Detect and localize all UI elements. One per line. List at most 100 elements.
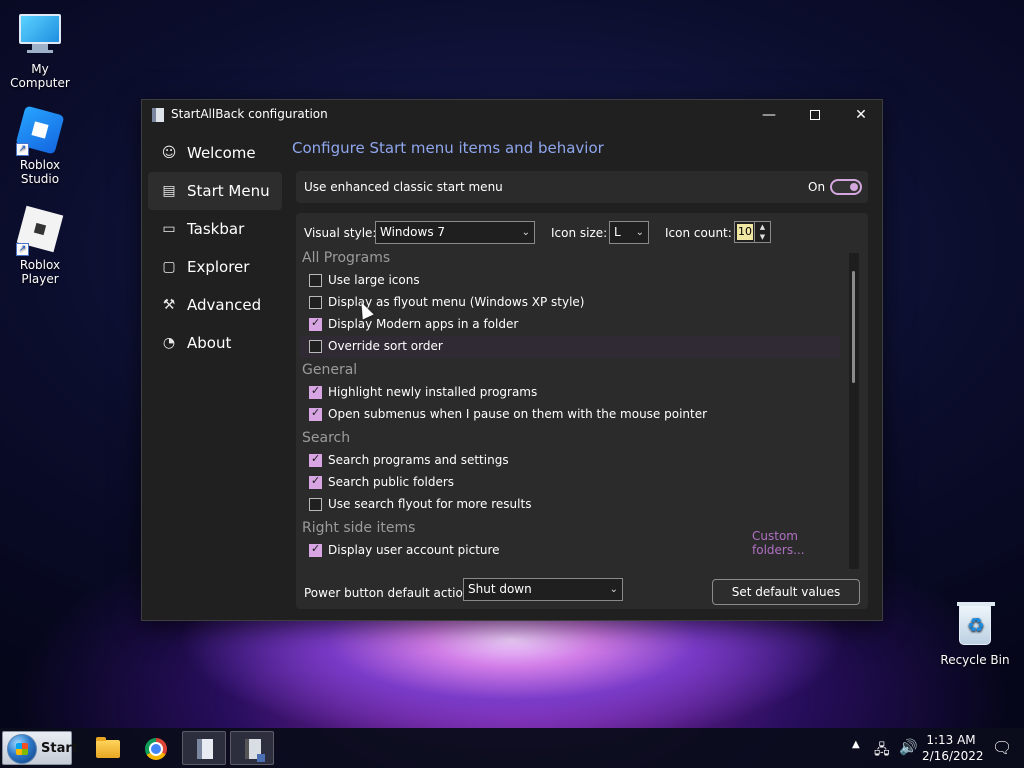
nav-item-label: About xyxy=(187,334,232,352)
checkbox[interactable] xyxy=(309,296,322,309)
checkbox[interactable] xyxy=(309,406,322,421)
visual-style-select[interactable]: Windows 7 ⌄ xyxy=(375,221,535,244)
option-flyout-menu[interactable]: Display as flyout menu (Windows XP style… xyxy=(300,292,840,314)
start-button[interactable]: Start xyxy=(2,731,78,765)
option-search-flyout[interactable]: Use search flyout for more results xyxy=(300,494,840,516)
icon-size-label: Icon size: xyxy=(551,226,608,240)
option-label: Display user account picture xyxy=(328,543,500,557)
bottom-row: Power button default action: Shut down ⌄… xyxy=(296,573,868,609)
nav-item-welcome[interactable]: ☺ Welcome xyxy=(148,134,282,172)
window-title: StartAllBack configuration xyxy=(171,107,328,121)
taskbar-chrome[interactable] xyxy=(134,731,178,765)
option-override-sort[interactable]: Override sort order xyxy=(300,336,840,358)
nav-item-taskbar[interactable]: ▭ Taskbar xyxy=(148,210,282,248)
option-label: Search programs and settings xyxy=(328,453,509,467)
option-search-programs[interactable]: Search programs and settings xyxy=(300,450,840,472)
option-user-picture[interactable]: Display user account picture xyxy=(300,540,840,562)
desktop-icon-label: Recycle Bin xyxy=(940,653,1010,667)
scrollbar[interactable] xyxy=(849,253,859,569)
chevron-down-icon: ⌄ xyxy=(635,227,644,238)
nav-item-label: Welcome xyxy=(187,144,256,162)
option-label: Override sort order xyxy=(328,339,443,353)
checkbox[interactable] xyxy=(309,474,322,489)
toggle-state-label: On xyxy=(808,180,826,194)
nav-item-explorer[interactable]: ▢ Explorer xyxy=(148,248,282,286)
section-title-general: General xyxy=(302,362,358,378)
section-title-all-programs: All Programs xyxy=(302,250,391,266)
taskbar-icon: ▭ xyxy=(162,221,176,237)
volume-icon[interactable]: 🔊 xyxy=(899,738,918,768)
checkbox[interactable] xyxy=(309,498,322,511)
sidebar-nav: ☺ Welcome ▤ Start Menu ▭ Taskbar ▢ Explo… xyxy=(148,134,282,362)
section-title-right-side: Right side items xyxy=(302,520,416,536)
checkbox[interactable] xyxy=(309,452,322,467)
nav-item-label: Start Menu xyxy=(187,182,270,200)
desktop-icon-roblox-player[interactable]: ↗ Roblox Player xyxy=(0,205,80,286)
smile-icon: ☺ xyxy=(161,145,177,161)
minimize-icon: — xyxy=(762,107,776,123)
gauge-icon: ◔ xyxy=(162,335,176,351)
option-label: Display Modern apps in a folder xyxy=(328,317,519,331)
options-list: All Programs Use large icons Display as … xyxy=(300,249,840,569)
close-button[interactable]: ✕ xyxy=(838,100,884,130)
clock-time: 1:13 AM xyxy=(926,733,976,747)
checkbox[interactable] xyxy=(309,542,322,557)
visual-style-value: Windows 7 xyxy=(380,225,446,239)
minimize-button[interactable]: — xyxy=(746,100,792,130)
chevron-down-icon: ⌄ xyxy=(609,584,618,595)
checkbox[interactable] xyxy=(309,316,322,331)
enhanced-menu-toggle[interactable] xyxy=(830,179,862,195)
wrench-icon: ⚒ xyxy=(162,297,176,313)
app-icon xyxy=(152,108,164,122)
folder-icon: ▢ xyxy=(162,259,176,275)
recycle-bin-icon: ♻ xyxy=(953,602,997,649)
icon-count-value[interactable]: 10 xyxy=(737,224,753,240)
checkbox[interactable] xyxy=(309,384,322,399)
option-use-large-icons[interactable]: Use large icons xyxy=(300,270,840,292)
option-label: Search public folders xyxy=(328,475,455,489)
option-label: Highlight newly installed programs xyxy=(328,385,538,399)
spin-arrows-icon[interactable]: ▲ ▼ xyxy=(754,222,770,242)
checkbox[interactable] xyxy=(309,274,322,287)
taskbar-file-explorer[interactable] xyxy=(86,731,130,765)
option-highlight-new[interactable]: Highlight newly installed programs xyxy=(300,382,840,404)
shortcut-arrow-icon: ↗ xyxy=(16,143,29,156)
desktop-icon-recycle-bin[interactable]: ♻ Recycle Bin xyxy=(935,602,1015,667)
power-button-select[interactable]: Shut down ⌄ xyxy=(463,578,623,601)
scrollbar-thumb[interactable] xyxy=(852,271,855,383)
config-app-icon xyxy=(245,739,265,762)
nav-item-advanced[interactable]: ⚒ Advanced xyxy=(148,286,282,324)
desktop-icon-roblox-studio[interactable]: ↗ Roblox Studio xyxy=(0,105,80,186)
start-label: Start xyxy=(41,741,78,756)
icon-size-select[interactable]: L ⌄ xyxy=(609,221,649,244)
chevron-down-icon: ⌄ xyxy=(521,227,530,238)
network-icon[interactable]: 🖧 xyxy=(874,739,890,768)
roblox-player-icon: ↗ xyxy=(16,205,64,256)
taskbar-startallback[interactable] xyxy=(182,731,226,765)
option-search-public[interactable]: Search public folders xyxy=(300,472,840,494)
desktop-icon-label: My Computer xyxy=(10,62,70,90)
title-bar[interactable]: StartAllBack configuration — ✕ xyxy=(142,100,882,130)
desktop-icon-my-computer[interactable]: My Computer xyxy=(0,10,80,90)
settings-panel: Visual style: Windows 7 ⌄ Icon size: L ⌄… xyxy=(296,213,868,609)
shortcut-arrow-icon: ↗ xyxy=(16,243,29,256)
page-heading: Configure Start menu items and behavior xyxy=(292,139,604,157)
checkbox[interactable] xyxy=(309,340,322,353)
computer-icon xyxy=(18,14,62,58)
startallback-window: StartAllBack configuration — ✕ ☺ Welcome… xyxy=(141,99,883,621)
show-hidden-icons-chevron[interactable]: ▲ xyxy=(852,739,860,768)
option-modern-apps-folder[interactable]: Display Modern apps in a folder xyxy=(300,314,840,336)
option-open-submenus[interactable]: Open submenus when I pause on them with … xyxy=(300,404,840,426)
start-menu-icon: ▤ xyxy=(162,183,176,199)
nav-item-start-menu[interactable]: ▤ Start Menu xyxy=(148,172,282,210)
clock[interactable]: 1:13 AM 2/16/2022 xyxy=(922,732,984,764)
set-default-values-button[interactable]: Set default values xyxy=(712,579,860,605)
taskbar-config-app[interactable] xyxy=(230,731,274,765)
option-label: Use large icons xyxy=(328,273,420,287)
nav-item-label: Advanced xyxy=(187,296,262,314)
icon-count-stepper[interactable]: 10 ▲ ▼ xyxy=(734,221,771,243)
nav-item-about[interactable]: ◔ About xyxy=(148,324,282,362)
notifications-icon[interactable]: 🗨 xyxy=(992,738,1012,768)
close-icon: ✕ xyxy=(855,107,867,123)
maximize-button[interactable] xyxy=(792,100,838,130)
